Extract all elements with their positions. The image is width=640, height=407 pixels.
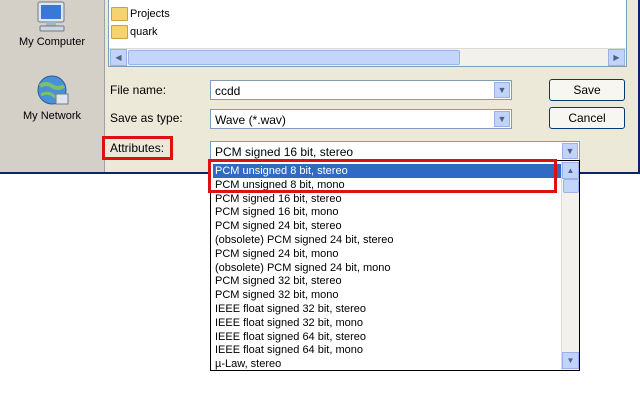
dropdown-option[interactable]: (obsolete) PCM signed 24 bit, mono <box>213 261 561 275</box>
dropdown-option[interactable]: IEEE float signed 32 bit, mono <box>213 316 561 330</box>
attributes-select[interactable]: PCM signed 16 bit, stereo ▼ <box>210 141 580 161</box>
file-name: quark <box>130 26 158 38</box>
place-my-network[interactable]: My Network <box>6 74 98 122</box>
dropdown-option[interactable]: PCM signed 24 bit, mono <box>213 247 561 261</box>
cancel-button[interactable]: Cancel <box>549 107 625 129</box>
place-my-computer[interactable]: My Computer <box>6 0 98 48</box>
dropdown-option[interactable]: PCM signed 32 bit, stereo <box>213 274 561 288</box>
scroll-thumb[interactable] <box>563 179 579 193</box>
unsigned-options-highlight-box <box>208 159 557 193</box>
savetype-label: Save as type: <box>110 111 183 125</box>
scroll-right-icon[interactable]: ▶ <box>608 49 625 66</box>
chevron-down-icon[interactable]: ▼ <box>494 111 510 127</box>
dropdown-option[interactable]: IEEE float signed 32 bit, stereo <box>213 302 561 316</box>
attributes-value: PCM signed 16 bit, stereo <box>215 145 354 159</box>
filename-value: ccdd <box>215 84 241 98</box>
folder-icon <box>111 25 128 39</box>
file-name: Projects <box>130 8 170 20</box>
horizontal-scrollbar[interactable]: ◀ ▶ <box>109 48 626 66</box>
filename-label: File name: <box>110 83 167 97</box>
place-label: My Network <box>22 110 82 122</box>
place-label: My Computer <box>18 36 86 48</box>
places-bar: My Computer My Network <box>0 0 105 172</box>
scroll-down-icon[interactable]: ▼ <box>562 352 579 369</box>
dropdown-option[interactable]: PCM signed 24 bit, stereo <box>213 219 561 233</box>
folder-icon <box>111 7 128 21</box>
scroll-thumb[interactable] <box>128 50 460 65</box>
dropdown-option[interactable]: IEEE float signed 64 bit, stereo <box>213 330 561 344</box>
file-list[interactable]: Projects quark ◀ ▶ <box>108 0 627 67</box>
dropdown-option[interactable]: IEEE float signed 64 bit, mono <box>213 343 561 357</box>
network-icon <box>37 75 69 105</box>
chevron-down-icon[interactable]: ▼ <box>562 143 578 159</box>
dropdown-option[interactable]: PCM signed 32 bit, mono <box>213 288 561 302</box>
computer-icon <box>37 1 65 32</box>
dropdown-option[interactable]: µ-Law, stereo <box>213 357 561 370</box>
scroll-up-icon[interactable]: ▲ <box>562 162 579 179</box>
save-dialog: My Computer My Network Projects quark ◀ … <box>0 0 640 174</box>
dropdown-option[interactable]: (obsolete) PCM signed 24 bit, stereo <box>213 233 561 247</box>
attributes-label: Attributes: <box>110 141 165 155</box>
vertical-scrollbar[interactable]: ▲ ▼ <box>561 161 579 370</box>
chevron-down-icon[interactable]: ▼ <box>494 82 510 98</box>
savetype-select[interactable]: Wave (*.wav) ▼ <box>210 109 512 129</box>
filename-field[interactable]: ccdd ▼ <box>210 80 512 100</box>
savetype-value: Wave (*.wav) <box>215 113 286 127</box>
scroll-left-icon[interactable]: ◀ <box>110 49 127 66</box>
dropdown-option[interactable]: PCM signed 16 bit, mono <box>213 205 561 219</box>
list-item[interactable]: quark <box>111 24 158 40</box>
list-item[interactable]: Projects <box>111 6 170 22</box>
dropdown-option[interactable]: PCM signed 16 bit, stereo <box>213 192 561 206</box>
save-button[interactable]: Save <box>549 79 625 101</box>
